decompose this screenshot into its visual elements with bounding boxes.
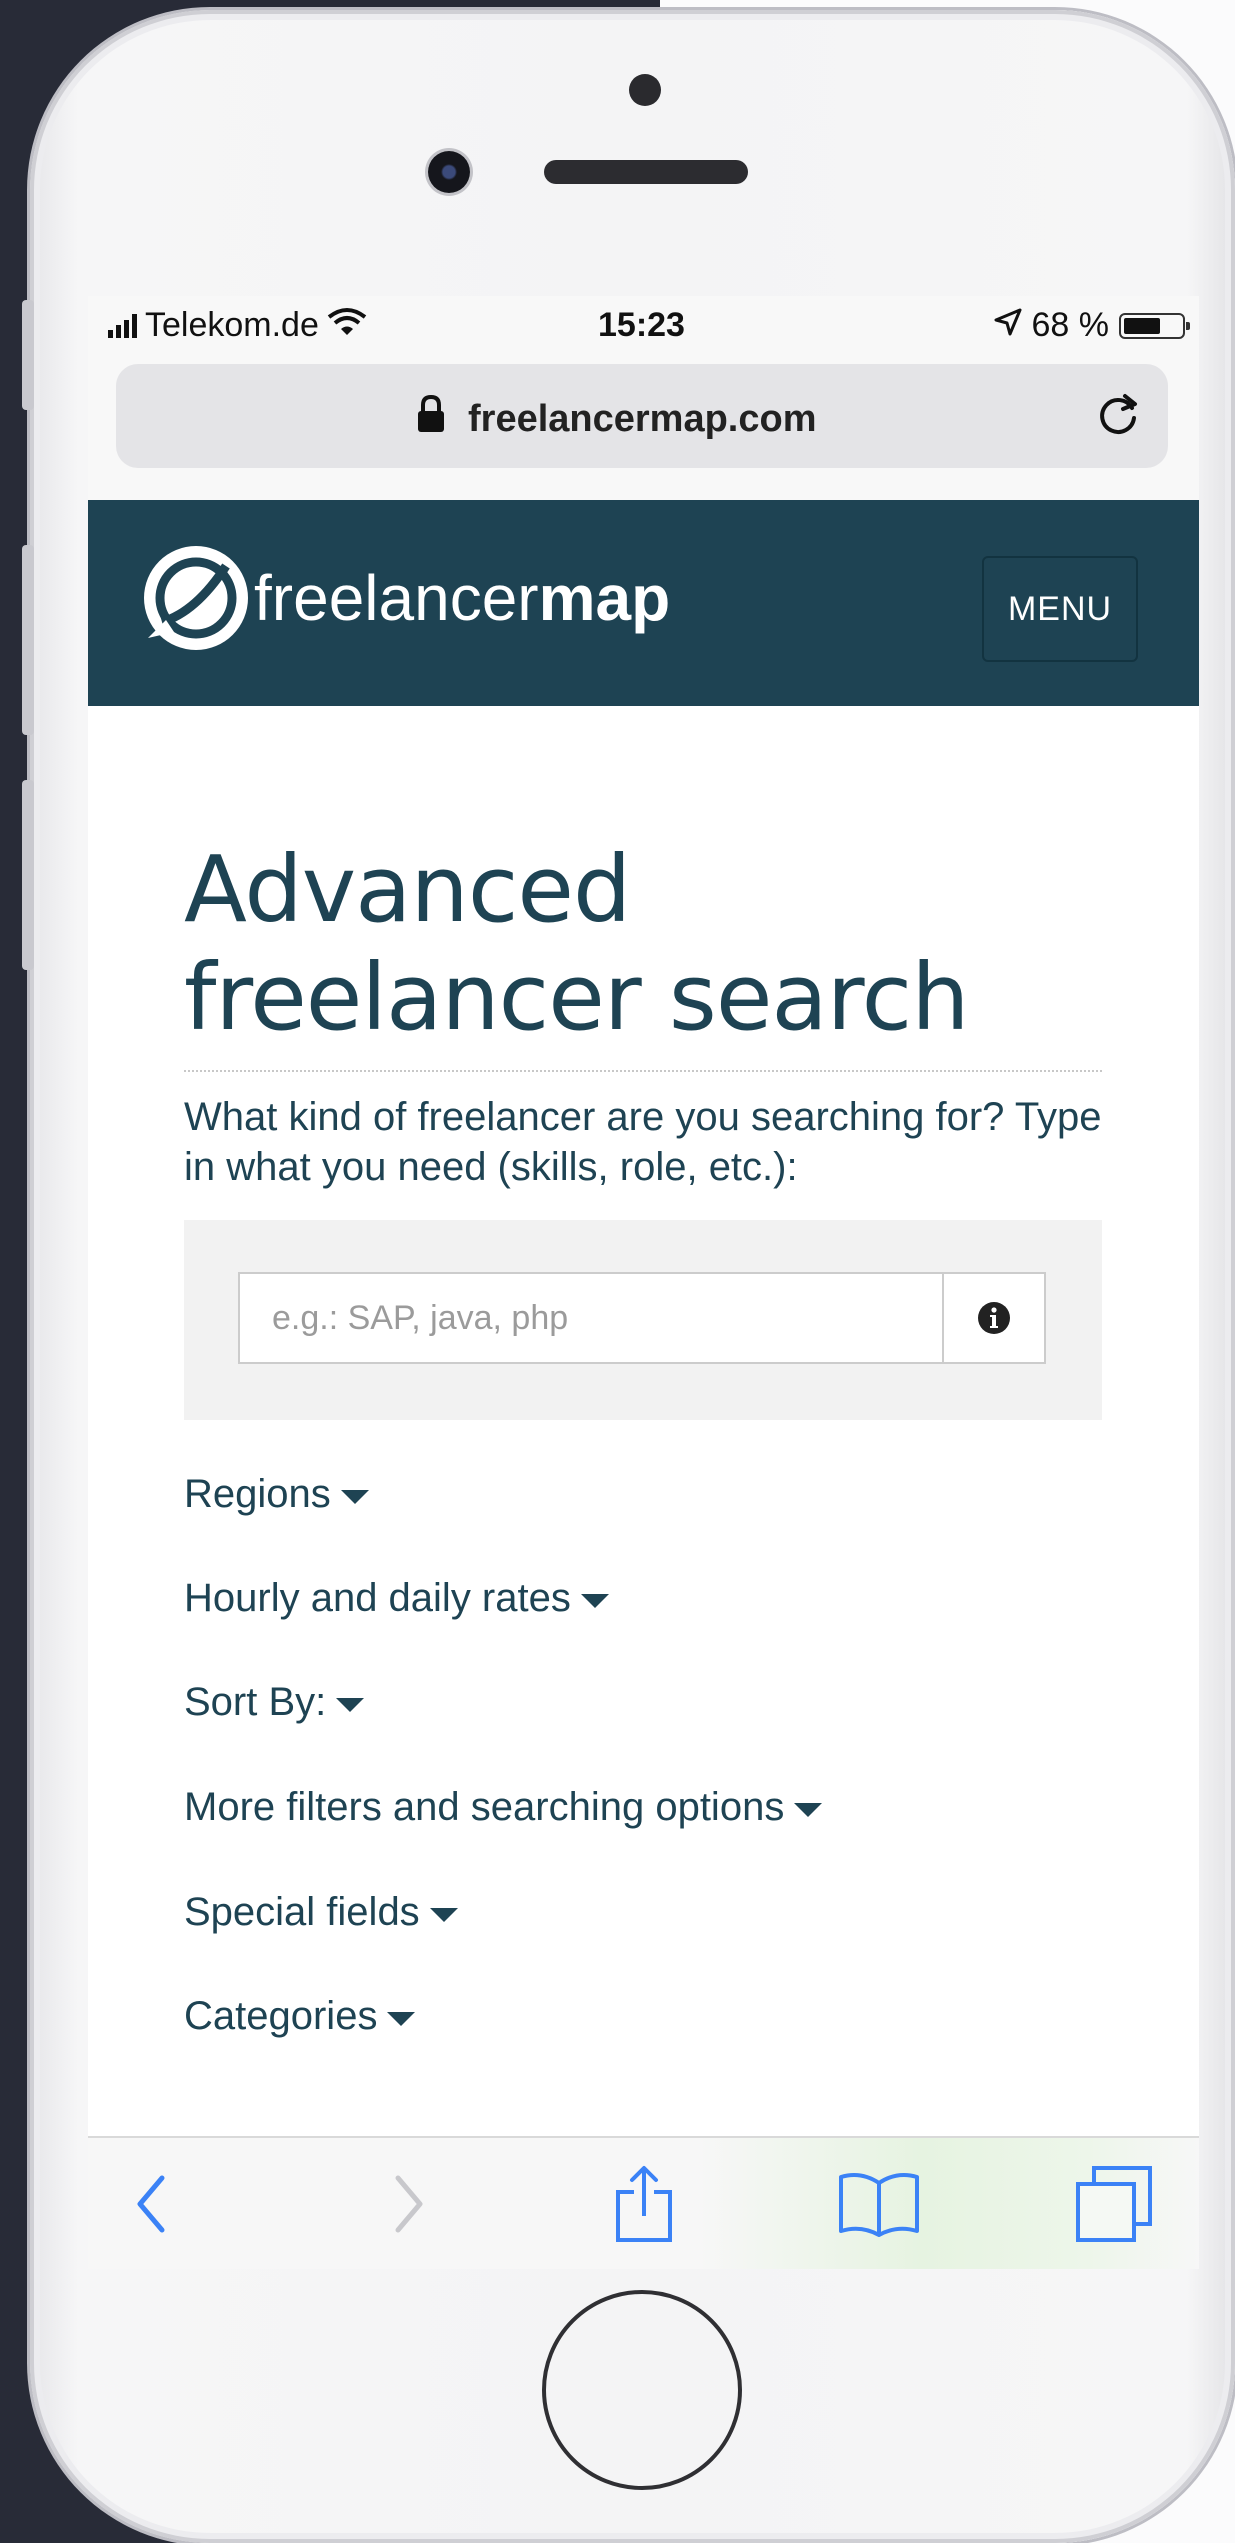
- wifi-icon: [327, 306, 367, 345]
- filter-regions[interactable]: Regions: [184, 1472, 369, 1517]
- front-camera: [428, 151, 470, 193]
- logo-text-prefix: freelancer: [254, 562, 539, 634]
- site-logo[interactable]: freelancermap: [140, 542, 670, 654]
- filter-label: Special fields: [184, 1890, 420, 1934]
- caret-down-icon: [794, 1802, 823, 1817]
- tabs-button[interactable]: [1072, 2164, 1156, 2244]
- filter-label: Hourly and daily rates: [184, 1576, 571, 1620]
- filter-sort-by[interactable]: Sort By:: [184, 1680, 365, 1725]
- filter-rates[interactable]: Hourly and daily rates: [184, 1576, 609, 1621]
- info-icon: [978, 1302, 1010, 1334]
- chevron-right-icon: [395, 2175, 423, 2233]
- logo-mark-icon: [144, 546, 248, 650]
- menu-button[interactable]: MENU: [982, 556, 1138, 662]
- book-icon: [839, 2173, 919, 2237]
- browser-toolbar: [88, 2136, 1199, 2269]
- chevron-left-icon: [137, 2175, 165, 2233]
- filter-categories[interactable]: Categories: [184, 1994, 416, 2039]
- page-title: Advanced freelancer search: [184, 836, 970, 1051]
- caret-down-icon: [336, 1697, 365, 1712]
- caret-down-icon: [429, 1907, 458, 1922]
- share-icon: [616, 2166, 672, 2242]
- volume-up-button: [22, 545, 34, 735]
- search-prompt: What kind of freelancer are you searchin…: [184, 1095, 1102, 1189]
- url-group: freelancermap.com: [416, 394, 817, 444]
- logo-text-suffix: map: [538, 562, 671, 634]
- logo-text: freelancermap: [254, 561, 670, 635]
- mute-switch: [22, 300, 34, 410]
- info-button[interactable]: [942, 1272, 1046, 1364]
- phone-screen: Telekom.de 15:23 68 % freelancermap.com …: [88, 296, 1199, 2269]
- title-divider: [184, 1070, 1102, 1072]
- location-arrow-icon: [994, 306, 1022, 345]
- earpiece-speaker: [544, 160, 748, 184]
- battery-group: 68 %: [994, 306, 1190, 345]
- address-bar[interactable]: freelancermap.com: [116, 364, 1168, 468]
- caret-down-icon: [340, 1489, 369, 1504]
- caret-down-icon: [580, 1593, 609, 1608]
- filter-label: Regions: [184, 1472, 331, 1516]
- battery-fill: [1124, 317, 1160, 334]
- tabs-icon: [1076, 2166, 1152, 2242]
- filter-label: Sort By:: [184, 1680, 327, 1724]
- back-button[interactable]: [122, 2164, 182, 2244]
- browser-chrome: freelancermap.com: [88, 358, 1199, 500]
- filter-label: More filters and searching options: [184, 1785, 785, 1829]
- proximity-sensor: [629, 74, 661, 106]
- status-time: 15:23: [598, 306, 685, 344]
- battery-icon: [1119, 312, 1190, 339]
- search-input[interactable]: e.g.: SAP, java, php: [238, 1272, 944, 1364]
- signal-icon: [108, 313, 137, 338]
- reload-icon[interactable]: [1092, 388, 1144, 440]
- search-panel: e.g.: SAP, java, php: [184, 1220, 1102, 1420]
- home-button[interactable]: [542, 2290, 742, 2490]
- battery-percent: 68 %: [1031, 306, 1110, 344]
- lock-icon: [416, 394, 446, 444]
- url-text: freelancermap.com: [468, 397, 817, 440]
- bookmarks-button[interactable]: [834, 2164, 924, 2244]
- filter-more-options[interactable]: More filters and searching options: [184, 1785, 823, 1830]
- site-header: freelancermap MENU: [88, 500, 1199, 706]
- volume-down-button: [22, 780, 34, 970]
- status-bar: Telekom.de 15:23 68 %: [88, 296, 1199, 358]
- carrier-name: Telekom.de: [145, 306, 319, 344]
- forward-button[interactable]: [378, 2164, 438, 2244]
- share-button[interactable]: [606, 2164, 682, 2244]
- carrier-group: Telekom.de: [108, 306, 367, 345]
- caret-down-icon: [387, 2011, 416, 2026]
- filter-special-fields[interactable]: Special fields: [184, 1890, 458, 1935]
- filter-label: Categories: [184, 1994, 378, 2038]
